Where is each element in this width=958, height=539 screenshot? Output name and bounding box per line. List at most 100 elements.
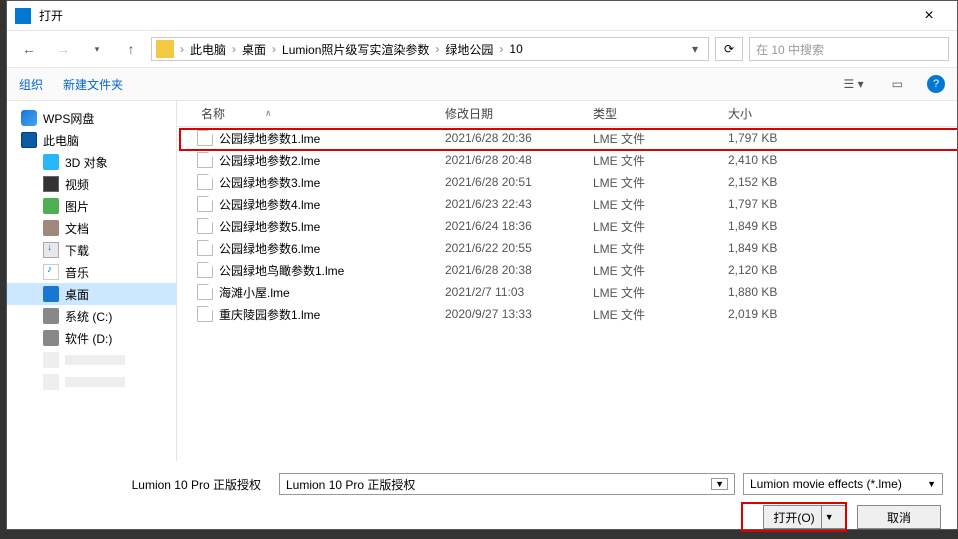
file-row[interactable]: 公园绿地参数6.lme2021/6/22 20:55LME 文件1,849 KB bbox=[177, 237, 957, 259]
sidebar-item[interactable]: 此电脑 bbox=[7, 129, 176, 151]
col-size[interactable]: 大小 bbox=[720, 105, 840, 122]
breadcrumb-item[interactable]: 桌面 bbox=[238, 41, 270, 58]
file-date: 2020/9/27 13:33 bbox=[437, 307, 585, 321]
sidebar-item[interactable]: 文档 bbox=[7, 217, 176, 239]
organize-button[interactable]: 组织 bbox=[19, 76, 43, 93]
file-row[interactable]: 公园绿地参数2.lme2021/6/28 20:48LME 文件2,410 KB bbox=[177, 149, 957, 171]
breadcrumb-separator-icon: › bbox=[230, 42, 238, 56]
sidebar-item-label: 系统 (C:) bbox=[65, 308, 112, 325]
blurred-icon bbox=[43, 352, 59, 368]
file-type: LME 文件 bbox=[585, 306, 720, 323]
file-type: LME 文件 bbox=[585, 196, 720, 213]
new-folder-button[interactable]: 新建文件夹 bbox=[63, 76, 123, 93]
file-type: LME 文件 bbox=[585, 240, 720, 257]
file-date: 2021/6/28 20:38 bbox=[437, 263, 585, 277]
sidebar-item[interactable]: 下载 bbox=[7, 239, 176, 261]
sidebar-item[interactable]: WPS网盘 bbox=[7, 107, 176, 129]
file-type: LME 文件 bbox=[585, 284, 720, 301]
file-row[interactable]: 公园绿地参数5.lme2021/6/24 18:36LME 文件1,849 KB bbox=[177, 215, 957, 237]
cancel-button[interactable]: 取消 bbox=[857, 505, 941, 529]
file-name: 重庆陵园参数1.lme bbox=[219, 306, 437, 323]
sidebar-item-blurred bbox=[7, 371, 176, 393]
drive-icon bbox=[43, 330, 59, 346]
app-icon bbox=[15, 8, 31, 24]
breadcrumb-item[interactable]: 10 bbox=[505, 42, 526, 56]
sidebar-item-label: 音乐 bbox=[65, 264, 89, 281]
sidebar-item[interactable]: 软件 (D:) bbox=[7, 327, 176, 349]
file-row[interactable]: 公园绿地参数3.lme2021/6/28 20:51LME 文件2,152 KB bbox=[177, 171, 957, 193]
nav-bar: ← → ▾ ↑ ›此电脑›桌面›Lumion照片级写实渲染参数›绿地公园›10▾… bbox=[7, 31, 957, 67]
file-name: 公园绿地参数2.lme bbox=[219, 152, 437, 169]
file-icon bbox=[197, 152, 213, 168]
sidebar-item[interactable]: 3D 对象 bbox=[7, 151, 176, 173]
file-name: 海滩小屋.lme bbox=[219, 284, 437, 301]
sort-indicator-icon: ∧ bbox=[265, 108, 272, 119]
close-button[interactable]: × bbox=[909, 7, 949, 25]
file-size: 2,120 KB bbox=[720, 263, 840, 277]
filename-dropdown-icon[interactable]: ▼ bbox=[711, 478, 728, 490]
col-name[interactable]: 名称 ∧ bbox=[177, 105, 437, 122]
filename-input[interactable]: Lumion 10 Pro 正版授权 ▼ bbox=[279, 473, 735, 495]
file-date: 2021/6/28 20:36 bbox=[437, 131, 585, 145]
breadcrumb-item[interactable]: 绿地公园 bbox=[441, 41, 497, 58]
sidebar-item[interactable]: 系统 (C:) bbox=[7, 305, 176, 327]
file-size: 2,410 KB bbox=[720, 153, 840, 167]
sidebar-item[interactable]: 视频 bbox=[7, 173, 176, 195]
filetype-dropdown-icon[interactable]: ▼ bbox=[927, 479, 936, 489]
breadcrumb-separator-icon: › bbox=[433, 42, 441, 56]
file-row[interactable]: 公园绿地参数1.lme2021/6/28 20:36LME 文件1,797 KB bbox=[177, 127, 957, 149]
back-button[interactable]: ← bbox=[15, 37, 43, 61]
filename-label: Lumion 10 Pro 正版授权 bbox=[21, 476, 271, 493]
sidebar-item-label: WPS网盘 bbox=[43, 110, 94, 127]
sidebar-item[interactable]: 音乐 bbox=[7, 261, 176, 283]
file-size: 1,797 KB bbox=[720, 197, 840, 211]
window-title: 打开 bbox=[39, 7, 909, 24]
file-date: 2021/6/28 20:48 bbox=[437, 153, 585, 167]
file-row[interactable]: 重庆陵园参数1.lme2020/9/27 13:33LME 文件2,019 KB bbox=[177, 303, 957, 325]
search-placeholder: 在 10 中搜索 bbox=[756, 41, 824, 58]
pc-icon bbox=[21, 132, 37, 148]
preview-pane-button[interactable]: ▭ bbox=[888, 75, 907, 93]
search-input[interactable]: 在 10 中搜索 bbox=[749, 37, 949, 61]
open-button[interactable]: 打开(O) ▼ bbox=[763, 505, 847, 529]
file-name: 公园绿地参数1.lme bbox=[219, 130, 437, 147]
breadcrumb-item[interactable]: 此电脑 bbox=[186, 41, 230, 58]
file-icon bbox=[197, 306, 213, 322]
help-button[interactable]: ? bbox=[927, 75, 945, 93]
sidebar-item[interactable]: 图片 bbox=[7, 195, 176, 217]
recent-dropdown[interactable]: ▾ bbox=[83, 37, 111, 61]
file-type: LME 文件 bbox=[585, 262, 720, 279]
refresh-button[interactable]: ⟳ bbox=[715, 37, 743, 61]
view-list-button[interactable]: ☰ ▾ bbox=[840, 75, 868, 93]
breadcrumb-item[interactable]: Lumion照片级写实渲染参数 bbox=[278, 41, 433, 58]
file-type-filter[interactable]: Lumion movie effects (*.lme) ▼ bbox=[743, 473, 943, 495]
sidebar-item-label: 图片 bbox=[65, 198, 89, 215]
file-date: 2021/6/24 18:36 bbox=[437, 219, 585, 233]
breadcrumb-separator-icon: › bbox=[497, 42, 505, 56]
file-icon bbox=[197, 240, 213, 256]
file-name: 公园绿地参数5.lme bbox=[219, 218, 437, 235]
col-type[interactable]: 类型 bbox=[585, 105, 720, 122]
up-button[interactable]: ↑ bbox=[117, 37, 145, 61]
file-icon bbox=[197, 174, 213, 190]
breadcrumb[interactable]: ›此电脑›桌面›Lumion照片级写实渲染参数›绿地公园›10▾ bbox=[151, 37, 709, 61]
file-row[interactable]: 公园绿地鸟瞰参数1.lme2021/6/28 20:38LME 文件2,120 … bbox=[177, 259, 957, 281]
sidebar-item-label: 此电脑 bbox=[43, 132, 79, 149]
col-date[interactable]: 修改日期 bbox=[437, 105, 585, 122]
forward-button[interactable]: → bbox=[49, 37, 77, 61]
file-type: LME 文件 bbox=[585, 218, 720, 235]
file-date: 2021/6/23 22:43 bbox=[437, 197, 585, 211]
body: WPS网盘此电脑3D 对象视频图片文档下载音乐桌面系统 (C:)软件 (D:) … bbox=[7, 101, 957, 461]
open-dropdown-icon[interactable]: ▼ bbox=[821, 506, 837, 528]
file-row[interactable]: 海滩小屋.lme2021/2/7 11:03LME 文件1,880 KB bbox=[177, 281, 957, 303]
footer: Lumion 10 Pro 正版授权 Lumion 10 Pro 正版授权 ▼ … bbox=[7, 461, 957, 539]
breadcrumb-separator-icon: › bbox=[178, 42, 186, 56]
blurred-icon bbox=[43, 374, 59, 390]
sidebar-item[interactable]: 桌面 bbox=[7, 283, 176, 305]
column-headers: 名称 ∧ 修改日期 类型 大小 bbox=[177, 101, 957, 127]
file-size: 1,797 KB bbox=[720, 131, 840, 145]
breadcrumb-dropdown-icon[interactable]: ▾ bbox=[686, 42, 704, 56]
desk-icon bbox=[43, 286, 59, 302]
wps-icon bbox=[21, 110, 37, 126]
file-row[interactable]: 公园绿地参数4.lme2021/6/23 22:43LME 文件1,797 KB bbox=[177, 193, 957, 215]
